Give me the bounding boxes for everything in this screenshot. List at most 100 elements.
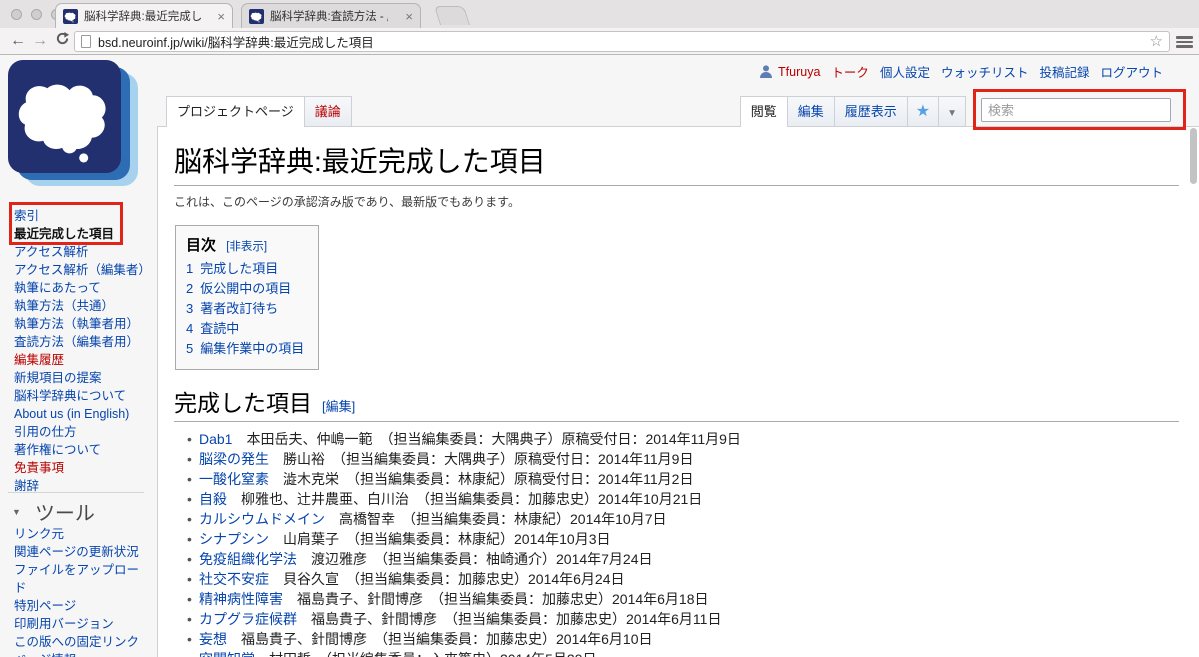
sidebar-nav-link[interactable]: 編集履歴 <box>14 353 64 367</box>
toc-link[interactable]: 5編集作業中の項目 <box>186 341 304 356</box>
completed-item: シナプシン 山肩葉子 （担当編集委員：林康紀）2014年10月3日 <box>199 529 1179 549</box>
article-content: 脳科学辞典:最近完成した項目 これは、このページの承認済み版であり、最新版でもあ… <box>157 126 1199 657</box>
entry-link[interactable]: シナプシン <box>199 531 269 547</box>
sidebar-tool-link[interactable]: 特別ページ <box>14 599 76 613</box>
entry-link[interactable]: 空間知覚 <box>199 651 255 657</box>
address-bar[interactable]: bsd.neuroinf.jp/wiki/脳科学辞典:最近完成した項目 ☆ <box>74 31 1170 52</box>
sidebar-nav-link[interactable]: 引用の仕方 <box>14 425 77 439</box>
entry-link[interactable]: 社交不安症 <box>199 571 269 587</box>
entry-link[interactable]: カルシウムドメイン <box>199 511 325 527</box>
user-talk-link[interactable]: トーク <box>831 62 869 81</box>
tab-more-actions[interactable]: ▼ <box>939 96 966 126</box>
entry-link[interactable]: 精神病性障害 <box>199 591 283 607</box>
entry-link[interactable]: 一酸化窒素 <box>199 471 269 487</box>
tab-talk[interactable]: 議論 <box>305 96 352 126</box>
completed-item: 妄想 福島貴子、針間博彦 （担当編集委員：加藤忠史）2014年6月10日 <box>199 629 1179 649</box>
sidebar-tools-list: リンク元 関連ページの更新状況 ファイルをアップロード 特別ページ 印刷用バージ… <box>14 525 148 657</box>
section-heading: 完成した項目 [編集] <box>174 384 1179 422</box>
tab-close-icon[interactable]: × <box>405 10 413 23</box>
entry-link[interactable]: 免疫組織化学法 <box>199 551 297 567</box>
sidebar-nav-item: About us (in English) <box>14 405 152 423</box>
tab-title: 脳科学辞典:最近完成した項目 <box>84 8 202 24</box>
tab-edit[interactable]: 編集 <box>788 96 835 126</box>
sidebar-nav-item: 脳科学辞典について <box>14 387 152 405</box>
chrome-menu-icon[interactable] <box>1176 36 1193 47</box>
page-scrollbar-thumb[interactable] <box>1190 128 1197 184</box>
contributions-link[interactable]: 投稿記録 <box>1039 62 1089 81</box>
url-text[interactable]: bsd.neuroinf.jp/wiki/脳科学辞典:最近完成した項目 <box>98 32 374 51</box>
search-input[interactable] <box>988 103 1164 118</box>
sidebar-nav-link[interactable]: アクセス解析 <box>14 245 88 259</box>
sidebar-nav-link[interactable]: 免責事項 <box>14 461 64 475</box>
sidebar-nav-link[interactable]: アクセス解析（編集者） <box>14 263 151 277</box>
sidebar-nav-link[interactable]: 新規項目の提案 <box>14 371 102 385</box>
sidebar-nav-link[interactable]: 謝辞 <box>14 479 39 493</box>
watchlist-link[interactable]: ウォッチリスト <box>941 62 1029 81</box>
browser-chrome: 脳科学辞典:最近完成した項目 × 脳科学辞典:査読方法 - 脳科学辞典 × ← … <box>0 0 1199 55</box>
new-tab-button[interactable] <box>434 6 470 25</box>
entry-link[interactable]: カプグラ症候群 <box>199 611 297 627</box>
sidebar-nav-item: 著作権について <box>14 441 152 459</box>
browser-tab-background[interactable]: 脳科学辞典:査読方法 - 脳科学辞典 × <box>241 3 421 28</box>
sidebar-tool-link[interactable]: 印刷用バージョン <box>14 617 114 631</box>
toc-title-row: 目次 [非表示] <box>186 234 304 255</box>
toc-link[interactable]: 1完成した項目 <box>186 261 278 276</box>
chevron-down-icon[interactable]: ▼ <box>947 108 957 119</box>
bookmark-star-icon[interactable]: ☆ <box>1150 34 1163 49</box>
tools-section-header[interactable]: ▼ ツール <box>12 497 95 526</box>
window-close-button[interactable] <box>11 9 22 20</box>
tab-close-icon[interactable]: × <box>217 10 225 23</box>
sidebar-nav-link[interactable]: 執筆方法（執筆者用） <box>14 317 139 331</box>
sidebar-nav-link[interactable]: 脳科学辞典について <box>14 389 126 403</box>
entry-link[interactable]: 脳梁の発生 <box>199 451 269 467</box>
site-logo[interactable] <box>8 60 140 192</box>
toc-link[interactable]: 4査読中 <box>186 321 239 336</box>
completed-item: 一酸化窒素 澁木克栄 （担当編集委員：林康紀）原稿受付日：2014年11月2日 <box>199 469 1179 489</box>
sidebar-tool-item: ファイルをアップロード <box>14 561 148 597</box>
tab-watch[interactable]: ★ <box>908 96 939 126</box>
talk-link[interactable]: 議論 <box>315 104 341 119</box>
entry-link[interactable]: 自殺 <box>199 491 227 507</box>
toc-link[interactable]: 2仮公開中の項目 <box>186 281 291 296</box>
tab-history[interactable]: 履歴表示 <box>835 96 908 126</box>
toc-link[interactable]: 3著者改訂待ち <box>186 301 278 316</box>
sidebar-nav-link[interactable]: 著作権について <box>14 443 101 457</box>
sidebar-nav-link[interactable]: 索引 <box>14 209 39 223</box>
watch-star-icon[interactable]: ★ <box>916 103 930 120</box>
toc-item: 1完成した項目 <box>186 259 304 279</box>
browser-tab-current[interactable]: 脳科学辞典:最近完成した項目 × <box>55 3 233 28</box>
history-link[interactable]: 履歴表示 <box>845 104 897 119</box>
preferences-link[interactable]: 個人設定 <box>880 62 930 81</box>
tab-read[interactable]: 閲覧 <box>740 96 788 127</box>
sidebar-nav-item: アクセス解析（編集者） <box>14 261 152 279</box>
user-page-link[interactable]: Tfuruya <box>778 65 820 79</box>
sidebar-tool-link[interactable]: ファイルをアップロード <box>14 563 139 595</box>
sidebar-tool-link[interactable]: 関連ページの更新状況 <box>14 545 139 559</box>
completed-item: 空間知覚 村田哲 （担当編集委員：入來篤史）2014年5月29日 <box>199 649 1179 657</box>
edit-link[interactable]: 編集 <box>798 104 824 119</box>
sidebar-tool-link[interactable]: リンク元 <box>14 527 64 541</box>
section-title: 完成した項目 <box>174 390 312 416</box>
forward-icon[interactable]: → <box>30 31 50 51</box>
sidebar-nav-link[interactable]: 査読方法（編集者用） <box>14 335 139 349</box>
sidebar-tool-link[interactable]: ページ情報 <box>14 653 76 657</box>
entry-details: 渡辺雅彦 （担当編集委員：柚崎通介）2014年7月24日 <box>297 551 653 567</box>
entry-link[interactable]: 妄想 <box>199 631 227 647</box>
sidebar-nav-link[interactable]: About us (in English) <box>14 407 129 421</box>
page-document-icon <box>81 35 91 48</box>
section-edit-link[interactable]: [編集] <box>322 399 355 414</box>
sidebar-nav-link[interactable]: 執筆方法（共通） <box>14 299 114 313</box>
entry-link[interactable]: Dab1 <box>199 431 232 447</box>
window-minimize-button[interactable] <box>31 9 42 20</box>
toc-hide-toggle[interactable]: [非表示] <box>226 241 267 253</box>
sidebar-nav-link[interactable]: 最近完成した項目 <box>14 227 114 241</box>
sidebar-nav-list: 索引 最近完成した項目 アクセス解析 アクセス解析（編集者） 執筆にあたって 執… <box>14 207 152 495</box>
browser-tabstrip: 脳科学辞典:最近完成した項目 × 脳科学辞典:査読方法 - 脳科学辞典 × <box>0 0 1199 28</box>
reload-icon[interactable] <box>52 31 72 52</box>
sidebar-tool-link[interactable]: この版への固定リンク <box>14 635 139 649</box>
back-icon[interactable]: ← <box>8 31 28 51</box>
toc-title: 目次 <box>186 237 216 254</box>
sidebar-nav-link[interactable]: 執筆にあたって <box>14 281 101 295</box>
logout-link[interactable]: ログアウト <box>1100 62 1163 81</box>
tab-project-page[interactable]: プロジェクトページ <box>166 96 305 127</box>
